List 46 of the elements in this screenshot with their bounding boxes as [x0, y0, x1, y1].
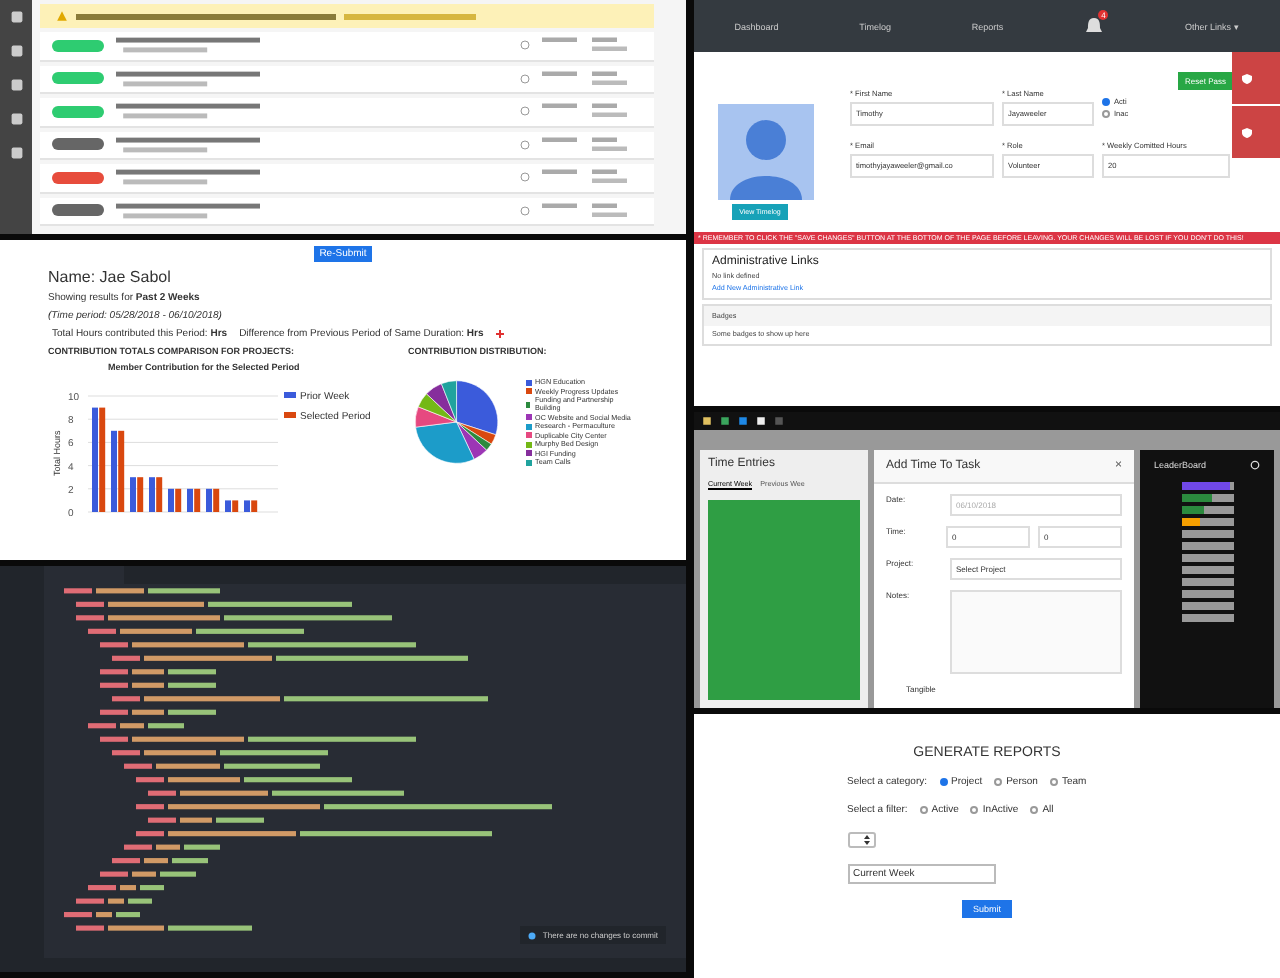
bell-icon[interactable] — [1084, 15, 1105, 35]
refresh-icon[interactable] — [1250, 460, 1260, 470]
blurred-text-drawing — [116, 201, 260, 220]
blurred-text-drawing — [116, 69, 260, 88]
select-field[interactable] — [847, 832, 875, 848]
clock-icon — [520, 205, 530, 216]
issue-row[interactable] — [40, 131, 654, 160]
radio-button[interactable] — [919, 806, 928, 814]
blurred-text-drawing — [116, 102, 260, 121]
shield-icon — [1242, 73, 1252, 83]
issue-row[interactable] — [40, 65, 654, 94]
radio-button[interactable] — [1102, 110, 1110, 118]
issue-row[interactable] — [40, 32, 654, 61]
plus-icon — [495, 330, 504, 338]
progress-track — [1181, 578, 1233, 586]
member-name: Name: Jae Sabol — [48, 268, 173, 286]
radio-button[interactable] — [1030, 806, 1039, 814]
progress-track — [1181, 602, 1233, 610]
radio-button[interactable] — [1102, 98, 1110, 106]
issue-row[interactable] — [40, 98, 654, 127]
progress-track — [1181, 530, 1233, 538]
radio-button[interactable] — [994, 778, 1003, 786]
clock-icon — [520, 73, 530, 84]
info-icon — [528, 931, 537, 939]
blurred-text-drawing — [116, 168, 260, 187]
progress-track — [1181, 566, 1233, 574]
progress-track — [1181, 542, 1233, 550]
progress-track — [1181, 554, 1233, 562]
clock-icon — [520, 40, 530, 51]
radio-button[interactable] — [970, 806, 979, 814]
legend-swatch — [284, 412, 296, 418]
clock-icon — [520, 172, 530, 183]
progress-track — [1181, 614, 1233, 622]
legend-swatch — [284, 392, 296, 398]
issue-row[interactable] — [40, 197, 654, 226]
radio-button[interactable] — [1049, 778, 1058, 786]
progress-track — [1181, 590, 1233, 598]
issue-row[interactable] — [40, 164, 654, 193]
clock-icon — [520, 106, 530, 117]
radio-button[interactable] — [939, 778, 948, 786]
clock-icon — [520, 139, 530, 150]
shield-icon — [1242, 127, 1252, 137]
blurred-text-drawing — [116, 135, 260, 154]
avatar-silhouette — [718, 104, 814, 200]
warning-icon — [56, 10, 68, 22]
blurred-text-drawing — [116, 36, 260, 55]
